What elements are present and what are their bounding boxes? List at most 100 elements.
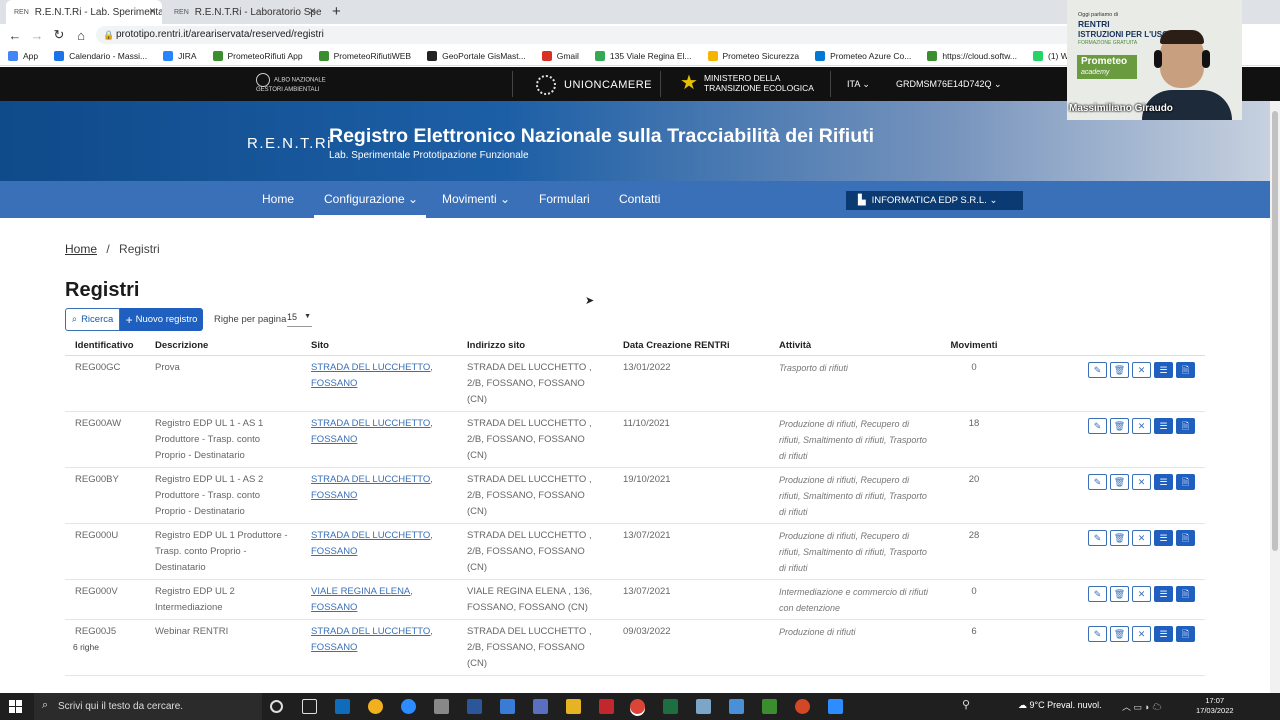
edit-button[interactable]: ✎ [1088,585,1107,602]
store-icon[interactable] [500,699,515,714]
app-icon[interactable] [368,699,383,714]
document-button[interactable]: 🗎 [1176,417,1195,434]
breadcrumb-home[interactable]: Home [65,242,97,256]
document-button[interactable]: 🗎 [1176,585,1195,602]
rows-per-page-select[interactable]: 15 ▼ [287,312,312,327]
new-tab-icon[interactable]: + [332,3,341,20]
app-icon[interactable] [533,699,548,714]
cortana-icon[interactable] [270,700,283,713]
list-button[interactable]: ☰ [1154,473,1173,490]
trash-button[interactable]: 🗑 [1110,473,1129,490]
back-icon[interactable]: ← [6,28,24,43]
prometeo-icon[interactable] [762,699,777,714]
nav-home[interactable]: Home [262,192,294,206]
document-button[interactable]: 🗎 [1176,361,1195,378]
zoom-icon[interactable] [828,699,843,714]
cell-sito-link[interactable]: STRADA DEL LUCCHETTO, FOSSANO [301,355,457,412]
excel-icon[interactable] [663,699,678,714]
app-icon[interactable] [729,699,744,714]
outlook-icon[interactable] [335,699,350,714]
bookmark-item[interactable]: 135 Viale Regina El... [594,50,692,61]
trash-button[interactable]: 🗑 [1110,529,1129,546]
bookmark-item[interactable]: Prometeo Azure Co... [815,50,911,61]
url-input[interactable]: 🔒 prototipo.rentri.it/areariservata/rese… [96,26,1076,44]
filezilla-icon[interactable] [599,699,614,714]
column-header: Indirizzo sito [457,337,613,356]
app-icon[interactable] [696,699,711,714]
cell-sito-link[interactable]: STRADA DEL LUCCHETTO, FOSSANO [301,619,457,676]
tab-close-icon[interactable]: × [149,4,156,18]
list-button[interactable]: ☰ [1154,625,1173,642]
trash-button[interactable]: 🗑 [1110,585,1129,602]
ministero-logo[interactable]: ★ MINISTERO DELLA TRANSIZIONE ECOLOGICA [680,73,814,93]
nav-formulari[interactable]: Formulari [539,192,590,206]
lock-app-icon[interactable] [434,699,449,714]
list-button[interactable]: ☰ [1154,585,1173,602]
word-icon[interactable] [467,699,482,714]
taskbar-search-input[interactable]: ⌕ Scrivi qui il testo da cercare. [34,693,262,720]
edit-button[interactable]: ✎ [1088,361,1107,378]
bookmark-item[interactable]: PrometeoRifiutiWEB [318,50,411,61]
cell-sito-link[interactable]: STRADA DEL LUCCHETTO, FOSSANO [301,523,457,580]
powerpoint-icon[interactable] [795,699,810,714]
close-button[interactable]: ✕ [1132,473,1151,490]
bookmark-item[interactable]: App [8,50,38,61]
bookmark-item[interactable]: PrometeoRifiuti App [212,50,303,61]
forward-icon[interactable]: → [28,28,46,43]
edit-button[interactable]: ✎ [1088,417,1107,434]
bookmark-item[interactable]: Gmail [541,50,579,61]
document-button[interactable]: 🗎 [1176,529,1195,546]
edit-button[interactable]: ✎ [1088,529,1107,546]
windows-start-icon[interactable] [9,700,22,713]
close-button[interactable]: ✕ [1132,417,1151,434]
people-icon[interactable]: ⚲ [962,698,970,711]
close-button[interactable]: ✕ [1132,529,1151,546]
bookmark-item[interactable]: GeoPortale GisMast... [427,50,526,61]
edit-button[interactable]: ✎ [1088,625,1107,642]
language-selector[interactable]: ITA ⌄ [847,79,870,90]
list-button[interactable]: ☰ [1154,417,1173,434]
tab-close-icon[interactable]: × [309,4,316,18]
trash-button[interactable]: 🗑 [1110,417,1129,434]
document-button[interactable]: 🗎 [1176,625,1195,642]
unioncamere-logo[interactable]: UNIONCAMERE [536,74,652,96]
file-explorer-icon[interactable] [566,699,581,714]
trash-button[interactable]: 🗑 [1110,361,1129,378]
bookmark-item[interactable]: JIRA [163,50,197,61]
taskbar-clock[interactable]: 17:07 17/03/2022 [1196,696,1234,716]
cell-sito-link[interactable]: STRADA DEL LUCCHETTO, FOSSANO [301,467,457,524]
trash-button[interactable]: 🗑 [1110,625,1129,642]
reload-icon[interactable]: ↻ [50,27,68,43]
system-tray[interactable]: ︿ ▭ ◗ ☁ [1122,700,1161,713]
scrollbar-thumb[interactable] [1272,111,1278,551]
nav-contatti[interactable]: Contatti [619,192,660,206]
weather-widget[interactable]: ☁ 9°C Preval. nuvol. [1018,700,1102,711]
document-button[interactable]: 🗎 [1176,473,1195,490]
albo-gestori-logo[interactable]: ALBO NAZIONALE GESTORI AMBIENTALI [256,73,336,95]
page-scrollbar[interactable] [1270,101,1280,693]
task-view-icon[interactable] [302,699,317,714]
nav-configurazione[interactable]: Configurazione ⌄ [324,192,418,206]
new-register-button[interactable]: + Nuovo registro [120,308,203,331]
nav-movimenti[interactable]: Movimenti ⌄ [442,192,510,206]
browser-tab-active[interactable]: REN R.E.N.T.Ri - Lab. Sperimentale Pro × [6,0,162,24]
edit-button[interactable]: ✎ [1088,473,1107,490]
search-button[interactable]: ⌕ Ricerca [65,308,120,331]
bookmark-item[interactable]: Calendario - Massi... [54,50,147,61]
bookmark-item[interactable]: Prometeo Sicurezza [707,50,799,61]
brand-name[interactable]: R.E.N.T.Ri [247,135,332,152]
cell-sito-link[interactable]: VIALE REGINA ELENA, FOSSANO [301,579,457,620]
list-button[interactable]: ☰ [1154,361,1173,378]
teams-icon[interactable] [401,699,416,714]
bookmark-item[interactable]: https://cloud.softw... [927,50,1017,61]
cell-sito-link[interactable]: STRADA DEL LUCCHETTO, FOSSANO [301,411,457,468]
close-button[interactable]: ✕ [1132,625,1151,642]
close-button[interactable]: ✕ [1132,361,1151,378]
browser-tab-2[interactable]: REN R.E.N.T.Ri - Laboratorio Sperime × [166,0,322,24]
chrome-icon[interactable] [630,699,645,714]
user-menu[interactable]: GRDMSM76E14D742Q ⌄ [896,79,1002,90]
list-button[interactable]: ☰ [1154,529,1173,546]
company-selector-button[interactable]: ▙ INFORMATICA EDP S.R.L. ⌄ [846,191,1023,210]
close-button[interactable]: ✕ [1132,585,1151,602]
home-icon[interactable]: ⌂ [72,28,90,43]
